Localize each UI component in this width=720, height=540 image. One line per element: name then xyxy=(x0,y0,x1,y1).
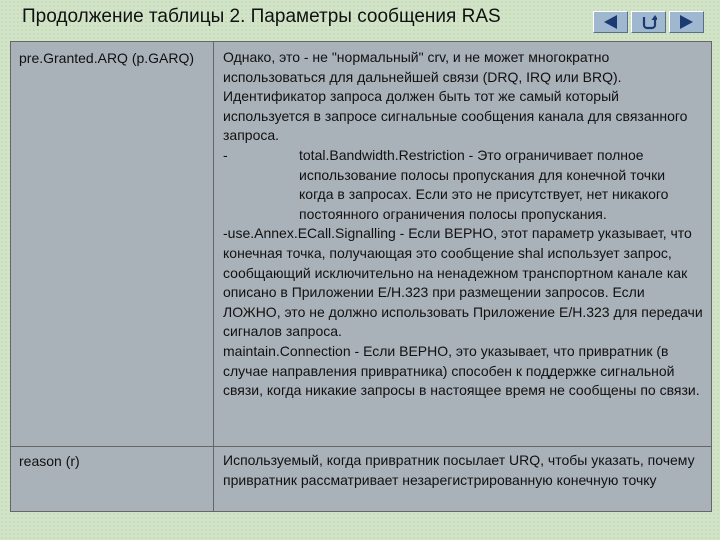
parameters-table: pre.Granted.ARQ (p.GARQ) Однако, это - н… xyxy=(10,41,712,512)
slide-title: Продолжение таблицы 2. Параметры сообщен… xyxy=(22,6,501,27)
param-name-pregrantedarq: pre.Granted.ARQ (p.GARQ) xyxy=(19,50,195,66)
param-name-reason: reason (r) xyxy=(19,453,80,469)
description-paragraph: Однако, это - не "нормальный" crv, и не … xyxy=(223,49,688,144)
prev-slide-button[interactable] xyxy=(593,11,628,33)
return-arrow-icon xyxy=(642,15,657,30)
description-paragraph: -use.Annex.ECall.Signalling - Если ВЕРНО… xyxy=(223,225,703,340)
param-description-reason: Используемый, когда привратник посылает … xyxy=(223,451,703,490)
description-paragraph: Используемый, когда привратник посылает … xyxy=(223,452,695,488)
description-paragraph: maintain.Connection - Если ВЕРНО, это ук… xyxy=(223,342,700,399)
description-paragraph: total.Bandwidth.Restriction - Это ограни… xyxy=(299,146,669,222)
navigation-buttons xyxy=(593,11,704,33)
column-divider xyxy=(213,42,214,511)
row-divider xyxy=(11,446,711,447)
next-slide-button[interactable] xyxy=(669,11,704,33)
triangle-right-icon xyxy=(680,15,693,29)
return-button[interactable] xyxy=(631,11,666,33)
list-dash: - xyxy=(223,146,228,163)
description-paragraph-bandwidth: - total.Bandwidth.Restriction - Это огра… xyxy=(223,146,703,224)
param-description-pregrantedarq: Однако, это - не "нормальный" crv, и не … xyxy=(223,48,703,401)
triangle-left-icon xyxy=(604,15,617,29)
